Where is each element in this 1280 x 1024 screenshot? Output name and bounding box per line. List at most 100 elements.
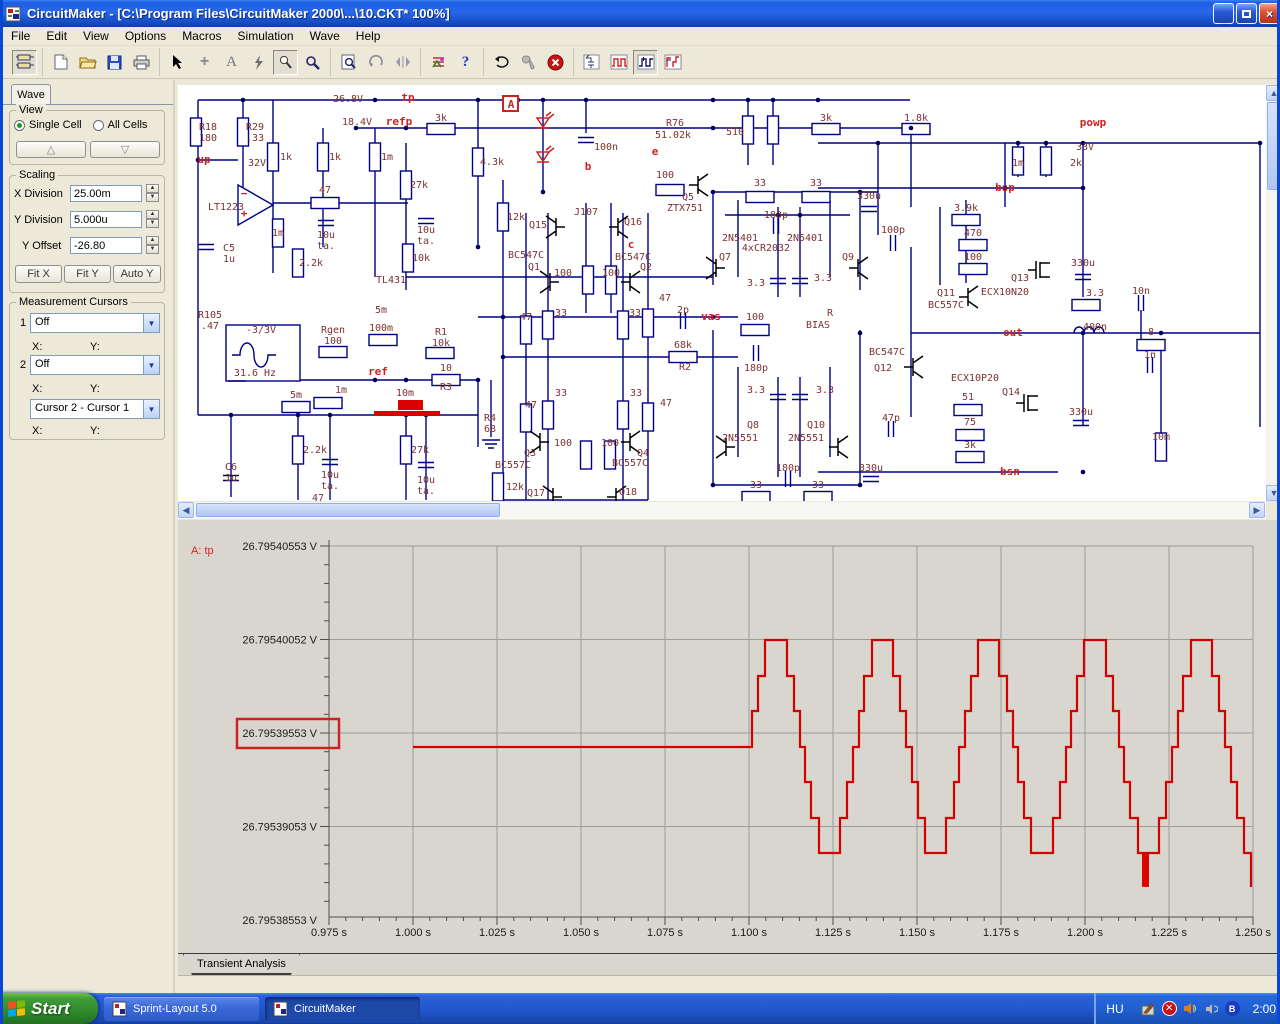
vertical-scroll-thumb[interactable] <box>1267 102 1277 190</box>
open-file-icon[interactable] <box>75 50 100 75</box>
capacitor[interactable] <box>578 136 594 144</box>
capacitor[interactable] <box>863 475 879 483</box>
tab-transient-analysis[interactable]: Transient Analysis <box>183 954 300 975</box>
chevron-down-icon[interactable]: ▼ <box>143 399 160 419</box>
auto-y-button[interactable]: Auto Y <box>113 265 161 283</box>
resistor[interactable] <box>803 490 833 502</box>
resistor[interactable] <box>1136 338 1166 352</box>
menu-item-edit[interactable]: Edit <box>38 28 75 44</box>
resistor[interactable] <box>318 345 348 359</box>
resistor[interactable] <box>801 190 831 204</box>
y-offset-input[interactable]: -26.80 <box>70 237 142 254</box>
capacitor[interactable] <box>861 205 877 213</box>
resistor[interactable] <box>953 403 983 417</box>
resistor[interactable] <box>581 265 595 295</box>
capacitor[interactable] <box>1137 295 1145 311</box>
resistor[interactable] <box>641 308 655 338</box>
selected-resistor[interactable] <box>398 400 423 410</box>
menu-item-help[interactable]: Help <box>348 28 389 44</box>
resistor[interactable] <box>741 115 755 145</box>
resistor[interactable] <box>291 435 305 465</box>
help-icon[interactable]: ? <box>453 50 478 75</box>
x-division-input[interactable]: 25.00m <box>70 185 142 202</box>
taskbar-clock[interactable]: 2:00 <box>1253 1002 1276 1016</box>
security-alert-icon[interactable]: ✕ <box>1161 1001 1177 1016</box>
cell-up-button[interactable]: △ <box>16 141 86 158</box>
schematic-horizontal-scrollbar[interactable]: ◀ ▶ <box>178 502 1266 519</box>
step-wave-icon[interactable] <box>660 50 685 75</box>
menu-item-file[interactable]: File <box>3 28 38 44</box>
resistor[interactable] <box>766 115 780 145</box>
cell-down-button[interactable]: ▽ <box>90 141 160 158</box>
scroll-up-icon[interactable]: ▲ <box>1266 85 1277 101</box>
volume-icon[interactable] <box>1183 1001 1198 1016</box>
resistor[interactable] <box>368 142 382 172</box>
resistor[interactable] <box>579 440 593 470</box>
capacitor[interactable] <box>889 235 897 251</box>
resistor[interactable] <box>1039 146 1053 176</box>
resistor[interactable] <box>616 310 630 340</box>
schematic-capture-icon[interactable] <box>12 49 37 75</box>
maximize-button[interactable] <box>1236 3 1257 24</box>
y-offset-spinner[interactable]: ▲ ▼ <box>146 236 159 254</box>
cursor1-select[interactable]: Off ▼ <box>30 313 160 333</box>
transistor[interactable] <box>621 270 641 294</box>
fit-y-button[interactable]: Fit Y <box>64 265 111 283</box>
arrow-tool-icon[interactable] <box>165 50 190 75</box>
text-tool-icon[interactable]: A <box>219 50 244 75</box>
zoom-page-icon[interactable] <box>336 50 361 75</box>
transistor[interactable] <box>545 215 565 239</box>
resistor[interactable] <box>811 122 841 136</box>
resistor[interactable] <box>641 402 655 432</box>
secondary-volume-icon[interactable] <box>1204 1001 1219 1016</box>
bluetooth-icon[interactable]: B <box>1224 1001 1240 1016</box>
rotate-icon[interactable] <box>363 50 388 75</box>
horizontal-scroll-thumb[interactable] <box>196 503 500 517</box>
stop-icon[interactable] <box>543 50 568 75</box>
resistor[interactable] <box>955 450 985 464</box>
waveform-pane[interactable]: 26.79540553 V 26.79540052 V 26.79539553 V 2… <box>178 520 1277 953</box>
menu-item-wave[interactable]: Wave <box>302 28 348 44</box>
wrench-icon[interactable] <box>516 50 541 75</box>
language-indicator[interactable]: HU <box>1106 1002 1123 1016</box>
capacitor[interactable] <box>418 217 434 225</box>
print-icon[interactable] <box>129 50 154 75</box>
fit-x-button[interactable]: Fit X <box>15 265 62 283</box>
capacitor[interactable] <box>318 219 334 227</box>
task-button-circuitmaker[interactable]: CircuitMaker <box>265 996 420 1021</box>
resistor[interactable] <box>958 262 988 276</box>
resistor[interactable] <box>745 190 775 204</box>
resistor[interactable] <box>316 142 330 172</box>
reset-icon[interactable] <box>489 50 514 75</box>
transistor[interactable] <box>542 485 562 501</box>
analog-wave-icon[interactable] <box>633 49 658 75</box>
probe-lightning-icon[interactable] <box>246 50 271 75</box>
resistor[interactable] <box>310 196 340 210</box>
resistor[interactable] <box>425 346 455 360</box>
plus-tool-icon[interactable]: + <box>192 50 217 75</box>
digital-wave-icon[interactable] <box>606 50 631 75</box>
pen-tablet-icon[interactable] <box>1141 1001 1156 1016</box>
mosfet[interactable] <box>1028 261 1050 279</box>
resistor[interactable] <box>541 400 555 430</box>
chevron-down-icon[interactable]: ▼ <box>143 313 160 333</box>
mirror-icon[interactable] <box>390 50 415 75</box>
resistor[interactable] <box>655 183 685 197</box>
resistor[interactable] <box>281 400 311 414</box>
resistor[interactable] <box>541 310 555 340</box>
schematic-canvas[interactable]: − + A 26.8V tp R18 180 R29.33 up 32V 1k 18.4V refp 3k… <box>178 85 1266 501</box>
scroll-down-icon[interactable]: ▼ <box>1266 485 1277 501</box>
chevron-down-icon[interactable]: ▼ <box>143 355 160 375</box>
menu-item-macros[interactable]: Macros <box>174 28 229 44</box>
resistor[interactable] <box>491 472 505 501</box>
menu-item-simulation[interactable]: Simulation <box>230 28 302 44</box>
transistor[interactable] <box>829 435 849 459</box>
check-colors-icon[interactable] <box>426 50 451 75</box>
task-button-sprint-layout-5-0[interactable]: Sprint-Layout 5.0 <box>104 996 259 1021</box>
resistor[interactable] <box>955 428 985 442</box>
start-button[interactable]: Start <box>3 993 98 1024</box>
resistor[interactable] <box>668 350 698 364</box>
minimize-button[interactable]: _ <box>1213 3 1234 25</box>
resistor[interactable] <box>266 142 280 172</box>
radio-single-cell[interactable]: Single Cell <box>14 119 82 131</box>
